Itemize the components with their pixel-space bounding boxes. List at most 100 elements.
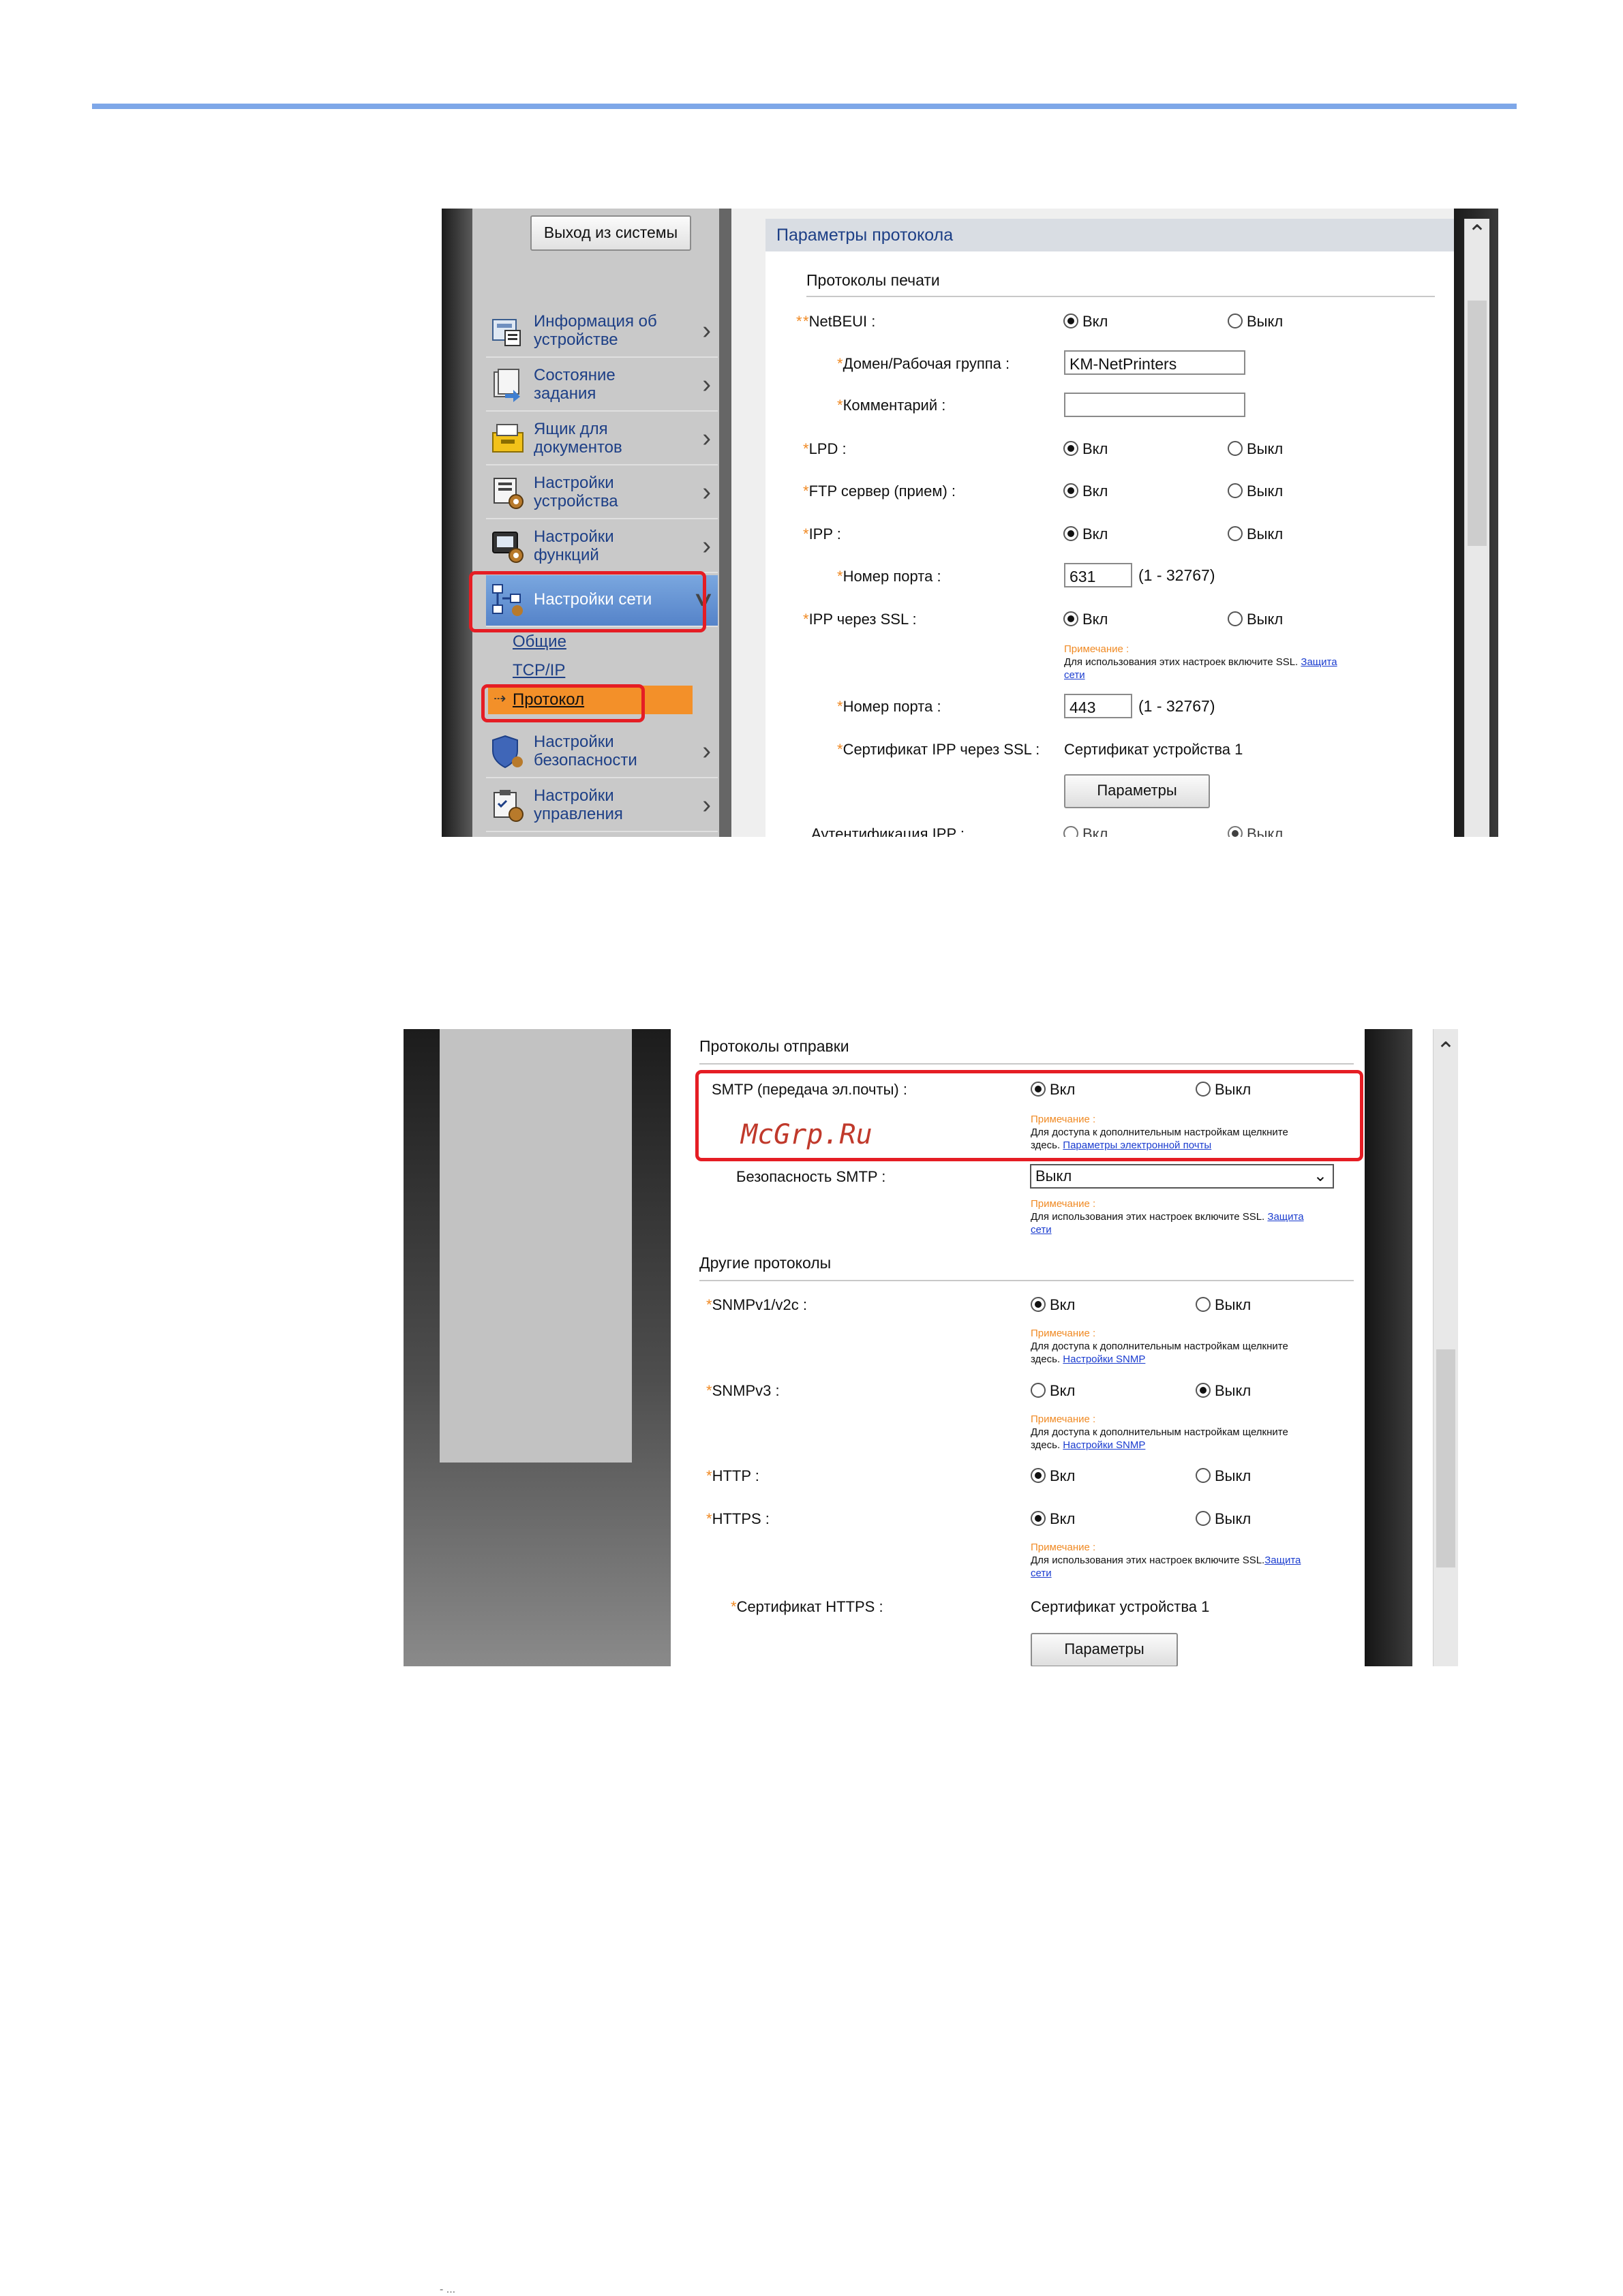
sidebar-item-label: Настройки управления bbox=[534, 786, 623, 823]
chevron-right-icon: › bbox=[702, 478, 711, 506]
sidebar-item-label: Информация об устройстве bbox=[534, 312, 657, 349]
snmpv3-on-radio[interactable]: Вкл bbox=[1031, 1382, 1075, 1400]
http-off-radio[interactable]: Выкл bbox=[1196, 1467, 1251, 1485]
netbeui-on-radio[interactable]: Вкл bbox=[1063, 313, 1108, 331]
domain-workgroup-input[interactable]: KM-NetPrinters bbox=[1064, 350, 1245, 375]
scrollbar-thumb[interactable] bbox=[1468, 301, 1487, 546]
section-send-protocols: Протоколы отправки bbox=[699, 1037, 849, 1055]
ipp-auth-off-radio[interactable]: Выкл bbox=[1228, 825, 1283, 837]
link-network-security-2[interactable]: сети bbox=[1031, 1567, 1052, 1579]
ipp-on-radio[interactable]: Вкл bbox=[1063, 525, 1108, 543]
ipp-ssl-cert-value: Сертификат устройства 1 bbox=[1064, 741, 1243, 758]
label-ftp: *FTP сервер (прием) : bbox=[803, 483, 956, 500]
section-print-protocols: Протоколы печати bbox=[806, 271, 940, 289]
comment-input[interactable] bbox=[1064, 393, 1245, 417]
sidebar-item-job-status[interactable]: Состояние задания › bbox=[486, 360, 718, 412]
link-snmp-settings[interactable]: Настройки SNMP bbox=[1063, 1439, 1145, 1451]
note-ssl: Для использования этих настроек включите… bbox=[1031, 1211, 1304, 1236]
ipp-ssl-off-radio[interactable]: Выкл bbox=[1228, 611, 1283, 628]
sidebar-item-label: Настройки функций bbox=[534, 527, 614, 564]
chevron-right-icon: › bbox=[702, 370, 711, 399]
chevron-right-icon: › bbox=[702, 791, 711, 819]
link-email-settings[interactable]: Параметры электронной почты bbox=[1063, 1139, 1211, 1151]
link-network-security-2[interactable]: сети bbox=[1064, 669, 1085, 681]
note-ssl: Для использования этих настроек включите… bbox=[1064, 656, 1337, 681]
section-other-protocols: Другие протоколы bbox=[699, 1254, 832, 1272]
label-smtp: SMTP (передача эл.почты) : bbox=[712, 1081, 907, 1098]
device-settings-icon bbox=[494, 478, 524, 509]
snmpv3-off-radio[interactable]: Выкл bbox=[1196, 1382, 1251, 1400]
label-netbeui: *NetBEUI : bbox=[803, 313, 876, 330]
smtp-on-radio[interactable]: Вкл bbox=[1031, 1081, 1075, 1099]
link-network-security[interactable]: Защита bbox=[1267, 1211, 1303, 1223]
netbeui-off-radio[interactable]: Выкл bbox=[1228, 313, 1283, 331]
vertical-scrollbar[interactable]: ⌃ bbox=[1464, 219, 1489, 837]
sidebar-item-label: Состояние задания bbox=[534, 366, 616, 403]
link-snmp-settings[interactable]: Настройки SNMP bbox=[1063, 1353, 1145, 1365]
vertical-scrollbar[interactable]: ⌃ bbox=[1433, 1029, 1458, 1666]
label-smtp-security: Безопасность SMTP : bbox=[736, 1168, 886, 1185]
ipp-ssl-on-radio[interactable]: Вкл bbox=[1063, 611, 1108, 628]
note-heading: Примечание : bbox=[1031, 1198, 1096, 1210]
note-heading: Примечание : bbox=[1031, 1328, 1096, 1339]
smtp-off-radio[interactable]: Выкл bbox=[1196, 1081, 1251, 1099]
label-ipp-ssl-cert: *Сертификат IPP через SSL : bbox=[837, 741, 1040, 758]
sidebar-divider bbox=[719, 209, 731, 837]
link-network-security-2[interactable]: сети bbox=[1031, 1224, 1052, 1236]
snmpv1-off-radio[interactable]: Выкл bbox=[1196, 1296, 1251, 1314]
https-off-radio[interactable]: Выкл bbox=[1196, 1510, 1251, 1528]
lpd-off-radio[interactable]: Выкл bbox=[1228, 440, 1283, 458]
ipp-off-radio[interactable]: Выкл bbox=[1228, 525, 1283, 543]
sidebar-item-device-settings[interactable]: Настройки устройства › bbox=[486, 468, 718, 519]
section-divider bbox=[699, 1063, 1354, 1065]
label-ipp-auth: Аутентификация IPP : bbox=[811, 825, 965, 837]
ssl-port-range: (1 - 32767) bbox=[1138, 697, 1215, 715]
sidebar-item-document-box[interactable]: Ящик для документов › bbox=[486, 414, 718, 465]
params-button[interactable]: Параметры bbox=[1031, 1633, 1178, 1666]
link-network-security[interactable]: Защита bbox=[1301, 656, 1337, 668]
note-ssl: Для использования этих настроек включите… bbox=[1031, 1555, 1301, 1579]
chevron-right-icon: › bbox=[702, 737, 711, 765]
params-button[interactable]: Параметры bbox=[1064, 774, 1210, 808]
note-heading: Примечание : bbox=[1031, 1114, 1096, 1125]
sidebar-item-management-settings[interactable]: Настройки управления › bbox=[486, 780, 718, 832]
https-on-radio[interactable]: Вкл bbox=[1031, 1510, 1075, 1528]
screenshot-send-protocols: Протоколы отправки SMTP (передача эл.поч… bbox=[404, 1029, 1466, 1666]
note-snmp: Для доступа к дополнительным настройкам … bbox=[1031, 1341, 1288, 1365]
logout-button[interactable]: Выход из системы bbox=[530, 215, 691, 251]
smtp-security-select[interactable]: Выкл ⌄ bbox=[1030, 1164, 1334, 1189]
note-snmp: Для доступа к дополнительным настройкам … bbox=[1031, 1426, 1288, 1451]
scrollbar-thumb[interactable] bbox=[1436, 1349, 1455, 1567]
label-snmpv1: *SNMPv1/v2c : bbox=[706, 1296, 807, 1313]
scroll-up-icon[interactable]: ⌃ bbox=[1465, 219, 1489, 249]
sidebar-item-function-settings[interactable]: Настройки функций › bbox=[486, 521, 718, 573]
snmpv1-on-radio[interactable]: Вкл bbox=[1031, 1296, 1075, 1314]
screenshot-protocol-settings: Выход из системы Информация об устройств… bbox=[442, 209, 1498, 837]
label-https-cert: *Сертификат HTTPS : bbox=[731, 1598, 883, 1615]
lpd-on-radio[interactable]: Вкл bbox=[1063, 440, 1108, 458]
footer-mark: - ... bbox=[440, 2284, 456, 2295]
sidebar-sub-tcpip[interactable]: TCP/IP bbox=[513, 661, 565, 680]
sidebar-item-device-info[interactable]: Информация об устройстве › bbox=[486, 306, 718, 358]
watermark: McGrp.Ru bbox=[741, 1119, 873, 1150]
device-info-icon bbox=[492, 319, 521, 346]
ftp-on-radio[interactable]: Вкл bbox=[1063, 483, 1108, 500]
ipp-auth-on-radio[interactable]: Вкл bbox=[1063, 825, 1108, 837]
label-https: *HTTPS : bbox=[706, 1510, 770, 1527]
ipp-port-input[interactable]: 631 bbox=[1064, 563, 1132, 587]
sidebar-item-security-settings[interactable]: Настройки безопасности › bbox=[486, 726, 718, 778]
chevron-right-icon: › bbox=[702, 424, 711, 453]
ftp-off-radio[interactable]: Выкл bbox=[1228, 483, 1283, 500]
http-on-radio[interactable]: Вкл bbox=[1031, 1467, 1075, 1485]
chevron-right-icon: › bbox=[702, 316, 711, 345]
label-snmpv3: *SNMPv3 : bbox=[706, 1382, 780, 1399]
highlight-protocol bbox=[481, 684, 645, 722]
sidebar-placeholder bbox=[440, 1029, 632, 1463]
link-network-security[interactable]: Защита bbox=[1264, 1555, 1301, 1566]
window-left-edge bbox=[442, 209, 472, 837]
sidebar-sub-general[interactable]: Общие bbox=[513, 632, 566, 652]
label-ipp: *IPP : bbox=[803, 525, 841, 542]
ssl-port-input[interactable]: 443 bbox=[1064, 694, 1132, 718]
note-heading: Примечание : bbox=[1031, 1413, 1096, 1425]
scroll-up-icon[interactable]: ⌃ bbox=[1434, 1036, 1458, 1066]
